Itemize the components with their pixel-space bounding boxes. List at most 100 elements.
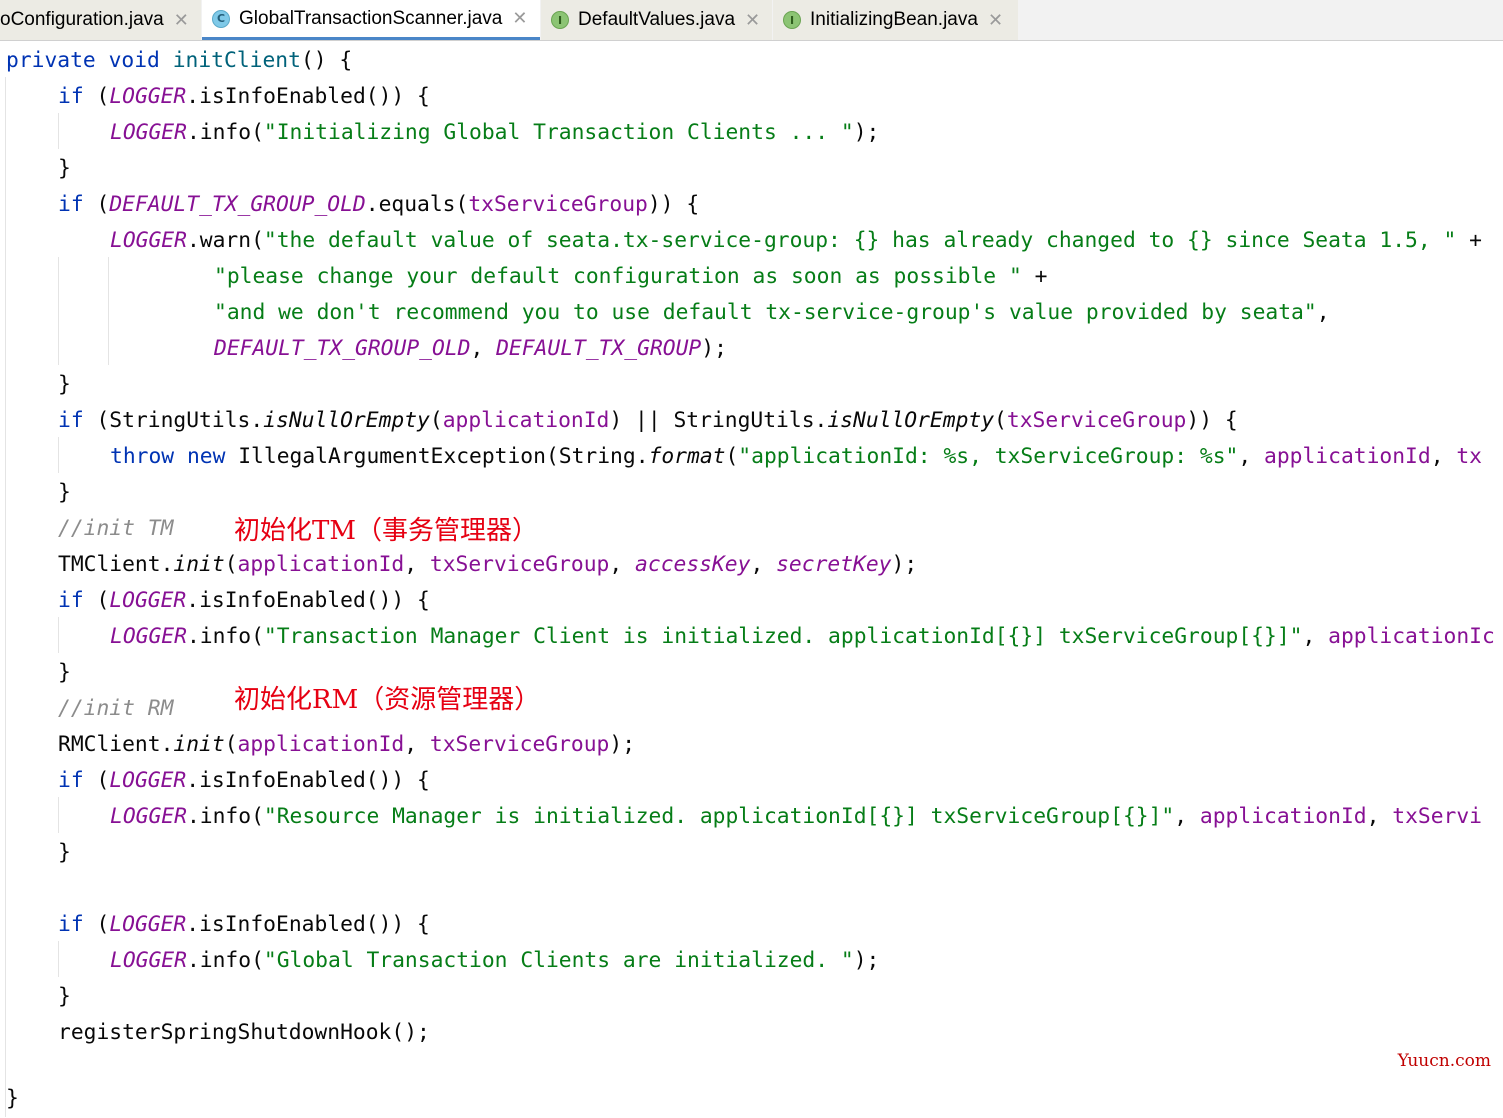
tab-label: InitializingBean.java bbox=[810, 9, 978, 30]
code-punct: , bbox=[1430, 444, 1457, 469]
method-call: info bbox=[199, 624, 252, 649]
tab-global-transaction-scanner[interactable]: C GlobalTransactionScanner.java ✕ bbox=[202, 0, 540, 40]
code-punct: )) { bbox=[647, 192, 700, 217]
code-punct: ( bbox=[83, 192, 110, 217]
code-punct: . bbox=[186, 120, 200, 145]
string-literal: "applicationId: %s, txServiceGroup: %s" bbox=[738, 444, 1239, 469]
code-punct: () { bbox=[300, 48, 353, 73]
field: DEFAULT_TX_GROUP_OLD bbox=[214, 336, 471, 361]
field: applicationIc bbox=[1328, 624, 1495, 649]
code-punct: , bbox=[750, 552, 777, 577]
code-punct: ) || StringUtils. bbox=[609, 408, 828, 433]
keyword: private bbox=[6, 48, 96, 73]
annotation-init-rm: 初始化RM（资源管理器） bbox=[234, 685, 541, 715]
code-punct: IllegalArgumentException(String. bbox=[225, 444, 649, 469]
code-punct: ); bbox=[891, 552, 918, 577]
keyword: if bbox=[58, 192, 84, 217]
field: txServiceGroup bbox=[1006, 408, 1187, 433]
close-icon[interactable]: ✕ bbox=[745, 10, 760, 31]
close-icon[interactable]: ✕ bbox=[512, 8, 527, 29]
code-punct: ( bbox=[224, 552, 238, 577]
static-method-call: isNullOrEmpty bbox=[827, 408, 995, 433]
string-literal: "the default value of seata.tx-service-g… bbox=[263, 228, 1457, 253]
annotation-init-tm: 初始化TM（事务管理器） bbox=[234, 516, 538, 546]
static-method-call: init bbox=[173, 552, 225, 577]
field: LOGGER bbox=[110, 948, 187, 973]
method-call: isInfoEnabled bbox=[199, 912, 366, 937]
code-punct: + bbox=[1456, 228, 1482, 253]
code-punct: ( bbox=[83, 84, 110, 109]
indent-guide bbox=[58, 113, 59, 149]
code-punct: , bbox=[404, 732, 430, 757]
method-call: info bbox=[199, 120, 252, 145]
code-punct: ( bbox=[429, 408, 443, 433]
code-line: } bbox=[58, 984, 71, 1009]
field: LOGGER bbox=[109, 768, 187, 793]
field: secretKey bbox=[776, 552, 892, 577]
code-punct: , bbox=[609, 552, 636, 577]
indent-guide bbox=[58, 257, 59, 365]
code-line: TMClient.init(applicationId, txServiceGr… bbox=[58, 547, 917, 583]
string-literal: "Resource Manager is initialized. applic… bbox=[263, 804, 1175, 829]
code-comment: //init RM bbox=[58, 696, 174, 721]
code-line: if (DEFAULT_TX_GROUP_OLD.equals(txServic… bbox=[58, 187, 699, 223]
code-editor[interactable]: private void initClient() { if (LOGGER.i… bbox=[0, 41, 1503, 1118]
string-literal: "Initializing Global Transaction Clients… bbox=[263, 120, 854, 145]
keyword: throw bbox=[110, 444, 175, 469]
field: LOGGER bbox=[110, 624, 187, 649]
code-punct: . bbox=[365, 192, 379, 217]
code-punct: ( bbox=[251, 120, 264, 145]
code-punct: ( bbox=[224, 732, 238, 757]
code-punct: ( bbox=[994, 408, 1007, 433]
code-punct: , bbox=[404, 552, 430, 577]
code-punct: . bbox=[186, 912, 200, 937]
tab-label: GlobalTransactionScanner.java bbox=[239, 7, 503, 29]
code-line: LOGGER.info("Transaction Manager Client … bbox=[110, 619, 1495, 655]
field: DEFAULT_TX_GROUP bbox=[496, 336, 702, 361]
code-punct: . bbox=[186, 948, 200, 973]
watermark: Yuucn.com bbox=[1397, 1051, 1491, 1071]
static-method-call: format bbox=[648, 444, 726, 469]
code-line: } bbox=[58, 480, 71, 505]
code-line: if (LOGGER.isInfoEnabled()) { bbox=[58, 583, 430, 619]
static-method-call: init bbox=[173, 732, 225, 757]
method-name: initClient bbox=[172, 48, 301, 73]
close-icon[interactable]: ✕ bbox=[988, 10, 1003, 31]
code-line: throw new IllegalArgumentException(Strin… bbox=[110, 439, 1482, 475]
code-punct: ( bbox=[251, 804, 264, 829]
field: txServiceGroup bbox=[429, 732, 610, 757]
interface-icon: I bbox=[783, 11, 801, 29]
indent-guide bbox=[58, 617, 59, 653]
code-punct: ( bbox=[83, 912, 110, 937]
tab-initializing-bean[interactable]: I InitializingBean.java ✕ bbox=[773, 0, 1018, 40]
class-icon: C bbox=[212, 9, 230, 28]
code-punct: . bbox=[186, 768, 200, 793]
field: tx bbox=[1456, 444, 1483, 469]
code-punct: . bbox=[186, 84, 200, 109]
code-punct: ( bbox=[251, 948, 264, 973]
code-line: "and we don't recommend you to use defau… bbox=[214, 295, 1330, 331]
method-call: isInfoEnabled bbox=[199, 768, 366, 793]
close-icon[interactable]: ✕ bbox=[174, 10, 189, 31]
tab-default-values[interactable]: I DefaultValues.java ✕ bbox=[541, 0, 772, 40]
code-punct: ( bbox=[83, 768, 110, 793]
code-punct: ( bbox=[725, 444, 739, 469]
method-call: info bbox=[199, 948, 252, 973]
keyword: if bbox=[58, 84, 84, 109]
code-line: LOGGER.info("Resource Manager is initial… bbox=[110, 799, 1482, 835]
code-line: } bbox=[58, 840, 71, 865]
keyword: if bbox=[58, 912, 84, 937]
tab-autoconfiguration[interactable]: oConfiguration.java ✕ bbox=[0, 0, 201, 40]
code-punct: , bbox=[1366, 804, 1393, 829]
string-literal: "Transaction Manager Client is initializ… bbox=[263, 624, 1303, 649]
field: applicationId bbox=[1264, 444, 1431, 469]
field: applicationId bbox=[237, 552, 405, 577]
code-punct: + bbox=[1021, 264, 1048, 289]
code-line: if (LOGGER.isInfoEnabled()) { bbox=[58, 763, 430, 799]
method-call: isInfoEnabled bbox=[199, 84, 366, 109]
code-punct: , bbox=[1174, 804, 1200, 829]
method-call: warn bbox=[199, 228, 252, 253]
field: LOGGER bbox=[109, 84, 187, 109]
field: applicationId bbox=[1199, 804, 1367, 829]
code-line: "please change your default configuratio… bbox=[214, 259, 1047, 295]
